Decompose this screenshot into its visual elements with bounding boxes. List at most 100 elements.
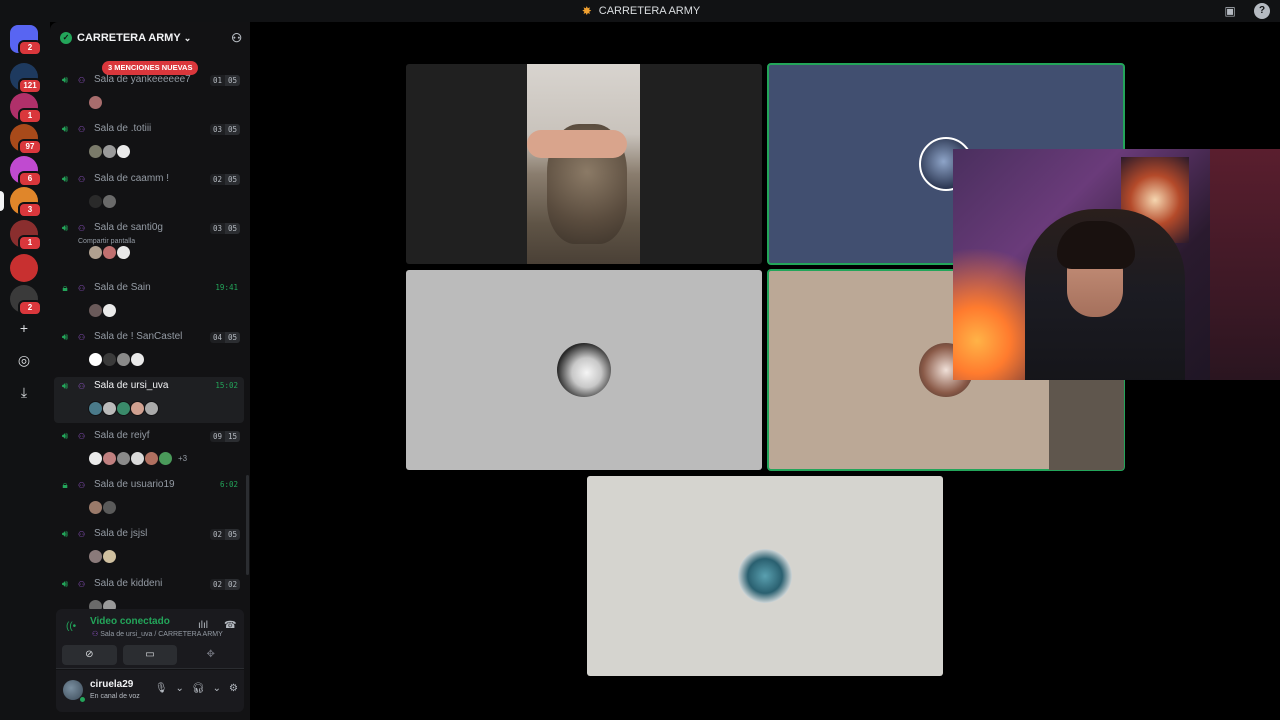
new-mentions-pill[interactable]: 3 MENCIONES NUEVAS (102, 61, 199, 75)
channel-row[interactable]: 🔊︎ ⚇ Sala de ursi_uva 15:02 (54, 377, 244, 397)
speaker-icon: 🔊︎ (61, 124, 69, 135)
voice-channel[interactable]: 🔒︎ ⚇ Sala de usuario19 6:02 (54, 476, 244, 522)
voice-channel[interactable]: 🔊︎ ⚇ Sala de ursi_uva 15:02 (54, 377, 244, 423)
people-icon: ⚇ (78, 530, 86, 539)
tile-participant-light[interactable] (587, 476, 943, 676)
avatar[interactable] (130, 400, 145, 416)
speaker-icon: 🔊︎ (61, 529, 69, 540)
headphones-icon[interactable]: 🎧︎ (192, 683, 205, 694)
server-icon-server-3[interactable]: 97 (10, 124, 42, 155)
server-icon-server-7[interactable] (10, 254, 38, 282)
user-limit: 05 (224, 529, 240, 540)
voice-channel[interactable]: 🔊︎ ⚇ Sala de reiyf 09 15 +3 (54, 427, 244, 473)
avatar[interactable] (116, 244, 131, 260)
server-icon-direct-messages[interactable]: 2 (10, 25, 42, 56)
disconnect-icon[interactable]: ☎ (224, 620, 236, 631)
channel-timer: 19:41 (215, 283, 238, 292)
voice-channel[interactable]: 🔒︎ ⚇ Sala de Sain 19:41 (54, 279, 244, 325)
avatar[interactable] (102, 143, 117, 159)
avatar[interactable] (102, 548, 117, 564)
user-status: En canal de voz (90, 693, 140, 700)
voice-channel[interactable]: 🔊︎ ⚇ Sala de santi0g 03 05 Compartir pantalla (54, 219, 244, 265)
microphone-icon[interactable]: 🎙︎ (155, 683, 168, 694)
download-icon[interactable]: ⤓ (14, 382, 34, 402)
channel-row[interactable]: 🔊︎ ⚇ Sala de jsjsl 02 05 (54, 525, 244, 545)
avatar[interactable] (88, 244, 103, 260)
more-participants-count[interactable]: +3 (178, 454, 187, 463)
lock-icon: 🔒︎ (62, 480, 68, 491)
avatar[interactable] (102, 351, 117, 367)
activities-button[interactable]: ✥ (183, 645, 238, 665)
avatar[interactable] (102, 450, 117, 466)
channel-row[interactable]: 🔊︎ ⚇ Sala de reiyf 09 15 (54, 427, 244, 447)
invite-people-icon[interactable]: ⚇ (231, 31, 242, 45)
avatar[interactable] (116, 143, 131, 159)
server-icon-server-4[interactable]: 6 (10, 156, 42, 187)
username[interactable]: ciruela29 (90, 679, 133, 690)
voice-location-text: Sala de ursi_uva / CARRETERA ARMY (100, 631, 223, 638)
help-icon[interactable]: ? (1254, 3, 1270, 19)
server-icon-server-6[interactable]: 1 (10, 220, 42, 251)
avatar[interactable] (88, 94, 103, 110)
noise-suppression-icon[interactable]: ılıl (198, 620, 208, 631)
avatar[interactable] (144, 450, 159, 466)
avatar[interactable] (88, 302, 103, 318)
avatar[interactable] (88, 400, 103, 416)
people-icon: ⚇ (78, 481, 86, 490)
voice-channel[interactable]: 🔊︎ ⚇ Sala de ! SanCastel 04 05 (54, 328, 244, 374)
channel-row[interactable]: 🔊︎ ⚇ Sala de caamm ! 02 05 (54, 170, 244, 190)
discover-icon[interactable]: ◎ (14, 350, 34, 370)
server-icon-server-8[interactable]: 2 (10, 285, 42, 316)
tile-participant-gray[interactable] (406, 270, 762, 470)
guild-header[interactable]: ✓ CARRETERA ARMY ⌄ ⚇ (50, 22, 250, 54)
avatar[interactable] (102, 193, 117, 209)
avatar[interactable] (102, 244, 117, 260)
channel-participants (88, 400, 159, 416)
channel-row[interactable]: 🔊︎ ⚇ Sala de .totiii 03 05 (54, 120, 244, 140)
voice-location[interactable]: ⚇ Sala de ursi_uva / CARRETERA ARMY (92, 630, 223, 638)
avatar[interactable] (130, 450, 145, 466)
channel-name: Sala de ursi_uva (94, 380, 169, 391)
share-screen-button[interactable]: ▭ (122, 645, 178, 665)
inbox-icon[interactable]: ▣ (1222, 3, 1238, 19)
server-icon-carretera-army[interactable]: 3 (0, 187, 42, 218)
avatar[interactable] (144, 400, 159, 416)
channel-row[interactable]: 🔒︎ ⚇ Sala de usuario19 6:02 (54, 476, 244, 496)
voice-channel[interactable]: 🔊︎ ⚇ Sala de .totiii 03 05 (54, 120, 244, 166)
avatar[interactable] (158, 450, 173, 466)
voice-channel[interactable]: 🔊︎ ⚇ Sala de yankeeeeee7 01 05 (54, 71, 244, 117)
channel-row[interactable]: 🔊︎ ⚇ Sala de ! SanCastel 04 05 (54, 328, 244, 348)
server-icon-server-1[interactable]: 121 (10, 63, 42, 94)
avatar[interactable] (88, 450, 103, 466)
tile-cat-video[interactable] (406, 64, 762, 264)
signal-icon[interactable]: ((• (66, 621, 80, 635)
voice-status[interactable]: Video conectado (90, 616, 170, 627)
user-limit-badge: 04 05 (209, 332, 240, 343)
avatar[interactable] (88, 499, 103, 515)
mic-options-chevron-icon[interactable]: ⌄ (176, 683, 184, 694)
user-limit-badge: 02 05 (209, 529, 240, 540)
avatar[interactable] (116, 351, 131, 367)
avatar[interactable] (116, 400, 131, 416)
server-icon-server-2[interactable]: 1 (10, 93, 42, 124)
avatar[interactable] (88, 548, 103, 564)
channel-row[interactable]: 🔒︎ ⚇ Sala de Sain 19:41 (54, 279, 244, 299)
avatar[interactable] (102, 400, 117, 416)
channel-row[interactable]: 🔊︎ ⚇ Sala de santi0g 03 05 (54, 219, 244, 239)
audio-options-chevron-icon[interactable]: ⌄ (213, 683, 221, 694)
voice-channel[interactable]: 🔊︎ ⚇ Sala de jsjsl 02 05 (54, 525, 244, 571)
camera-off-button[interactable]: ⊘ (62, 645, 117, 665)
add-server-icon[interactable]: + (14, 318, 34, 338)
avatar[interactable] (88, 351, 103, 367)
cat-video-frame (527, 64, 640, 264)
channel-row[interactable]: 🔊︎ ⚇ Sala de kiddeni 02 02 (54, 575, 244, 595)
avatar[interactable] (116, 450, 131, 466)
voice-channel[interactable]: 🔊︎ ⚇ Sala de caamm ! 02 05 (54, 170, 244, 216)
avatar[interactable] (88, 193, 103, 209)
settings-gear-icon[interactable]: ⚙ (229, 683, 238, 694)
channel-scrollbar[interactable] (246, 475, 249, 575)
avatar[interactable] (102, 302, 117, 318)
avatar[interactable] (102, 499, 117, 515)
avatar[interactable] (130, 351, 145, 367)
avatar[interactable] (88, 143, 103, 159)
